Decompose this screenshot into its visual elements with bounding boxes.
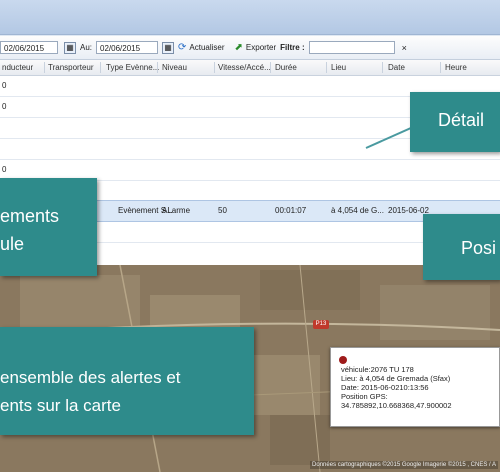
calendar-icon[interactable]: ▦ — [64, 41, 76, 54]
filter-label: Filtre : — [280, 43, 305, 52]
cell: 0 — [2, 102, 7, 111]
export-icon: ⬈ — [234, 42, 243, 53]
cell-niveau: ALarme — [162, 206, 191, 215]
cell: 0 — [2, 81, 7, 90]
cell-lieu: à 4,054 de G... — [331, 206, 384, 215]
window-titlebar — [0, 0, 500, 35]
col-lieu[interactable]: Lieu — [331, 63, 346, 72]
col-transporteur[interactable]: Transporteur — [48, 63, 94, 72]
grid-header: nducteur Transporteur Type Evènne... Niv… — [0, 60, 500, 76]
callout-events-line1: ements — [0, 206, 60, 226]
date-to-input[interactable]: 02/06/2015 — [96, 41, 159, 54]
col-niveau[interactable]: Niveau — [162, 63, 187, 72]
col-duree[interactable]: Durée — [275, 63, 297, 72]
info-vehicule: véhicule:2076 TU 178 — [341, 365, 414, 374]
col-heure[interactable]: Heure — [445, 63, 467, 72]
info-lieu: Lieu: à 4,054 de Gremada (Sfax) — [341, 374, 451, 383]
callout-events-line2: ule — [0, 234, 25, 254]
clear-filter-icon[interactable]: × — [402, 43, 407, 53]
callout-map-line1: ensemble des alertes et — [0, 368, 181, 387]
export-label: Exporter — [245, 43, 277, 52]
filter-input[interactable] — [308, 41, 395, 54]
calendar-icon[interactable]: ▦ — [162, 41, 175, 54]
info-gps-label: Position GPS: — [341, 392, 388, 401]
info-gps-value: 34.785892,10.668368,47.900002 — [341, 401, 452, 410]
col-date[interactable]: Date — [388, 63, 405, 72]
cell-vitesse: 50 — [218, 206, 227, 215]
col-conducteur[interactable]: nducteur — [2, 63, 33, 72]
vehicle-info-popup: véhicule:2076 TU 178 Lieu: à 4,054 de Gr… — [330, 347, 500, 427]
callout-position: Posi — [423, 214, 500, 280]
date-from-input[interactable]: 02/06/2015 — [0, 41, 58, 54]
info-date: Date: 2015-06-0210:13:56 — [341, 383, 429, 392]
filter-toolbar: 02/06/2015 ▦ Au: 02/06/2015 ▦ ⟳ Actualis… — [0, 36, 500, 60]
export-button[interactable]: ⬈ Exporter — [235, 42, 277, 53]
au-label: Au: — [80, 43, 93, 52]
callout-map-overview: ensemble des alertes et ents sur la cart… — [0, 327, 254, 435]
refresh-icon: ⟳ — [178, 42, 187, 53]
callout-detail: Détail — [410, 92, 500, 152]
callout-map-line2: ents sur la carte — [0, 396, 121, 415]
col-type-evenement[interactable]: Type Evènne... — [106, 63, 159, 72]
refresh-button[interactable]: ⟳ Actualiser — [178, 42, 225, 53]
refresh-label: Actualiser — [189, 43, 225, 52]
col-vitesse[interactable]: Vitesse/Accé... — [218, 63, 271, 72]
cell-duree: 00:01:07 — [275, 206, 307, 215]
map-attribution: Données cartographiques ©2015 Google Ima… — [310, 461, 498, 469]
cell: 0 — [2, 165, 7, 174]
vehicle-marker-icon — [339, 356, 347, 364]
road-label-badge: P13 — [313, 320, 329, 329]
callout-events: ements ule — [0, 178, 97, 276]
